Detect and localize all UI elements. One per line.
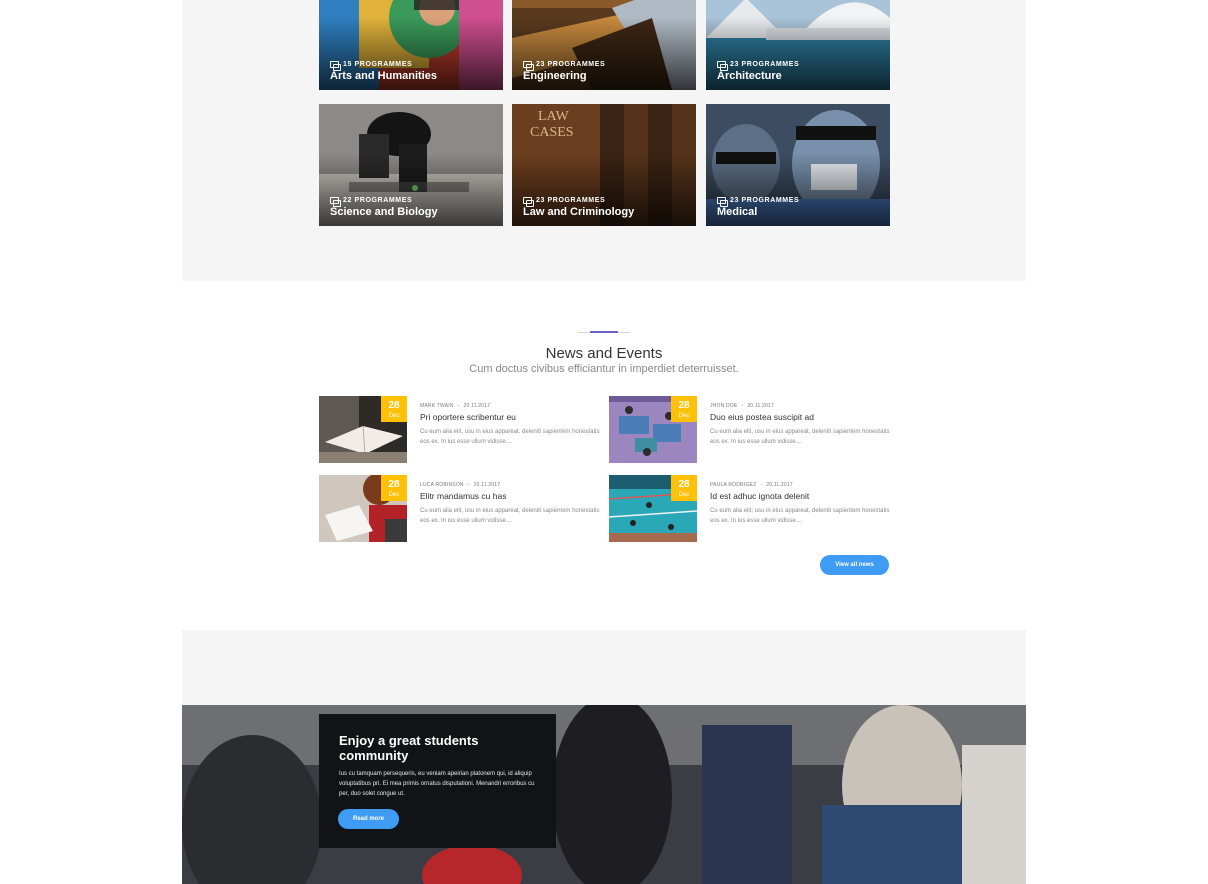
programme-name: Law and Criminology bbox=[523, 206, 635, 218]
students-group-photo bbox=[182, 705, 1026, 884]
date-month: Dec bbox=[388, 413, 400, 419]
programme-count: 23 PROGRAMMES bbox=[730, 61, 800, 68]
news-date: 20.11.2017 bbox=[473, 482, 501, 488]
programmes-icon bbox=[717, 61, 728, 71]
news-text: MARK TWAIN -20.11.2017 Pri oportere scrib… bbox=[420, 403, 600, 447]
date-badge: 28 Dec bbox=[381, 396, 407, 422]
card-meta: 22 PROGRAMMES Science and Biology bbox=[330, 197, 438, 218]
card-meta: 23 PROGRAMMES Medical bbox=[717, 197, 799, 218]
news-date: 20.11.2017 bbox=[463, 403, 491, 409]
programme-count: 23 PROGRAMMES bbox=[536, 197, 606, 204]
programme-name: Science and Biology bbox=[330, 206, 438, 218]
news-excerpt: Cu eum alia elit, usu in eius appareat, … bbox=[420, 429, 600, 445]
news-title-link[interactable]: Pri oportere scribentur eu bbox=[420, 412, 600, 422]
svg-text:LAW: LAW bbox=[538, 109, 570, 124]
news-excerpt: Cu eum alia elit, usu in eius appareat, … bbox=[420, 508, 600, 524]
programmes-icon bbox=[330, 197, 341, 207]
programme-card-science[interactable]: 22 PROGRAMMES Science and Biology bbox=[319, 104, 503, 226]
news-text: LUCA ROBINSON -20.11.2017 Elitr mandamus … bbox=[420, 482, 600, 526]
card-meta: 23 PROGRAMMES Architecture bbox=[717, 61, 799, 82]
programmes-icon bbox=[717, 197, 728, 207]
programme-count: 23 PROGRAMMES bbox=[730, 197, 800, 204]
card-meta: 23 PROGRAMMES Engineering bbox=[523, 61, 605, 82]
programme-name: Architecture bbox=[717, 70, 782, 82]
news-title-link[interactable]: Duo eius postea suscipit ad bbox=[710, 412, 890, 422]
programme-name: Arts and Humanities bbox=[330, 70, 437, 82]
date-month: Dec bbox=[678, 492, 690, 498]
programme-name: Engineering bbox=[523, 70, 587, 82]
programmes-icon bbox=[523, 61, 534, 71]
section-divider bbox=[578, 331, 630, 333]
news-title-link[interactable]: Id est adhuc ignota delenit bbox=[710, 491, 890, 501]
programme-card-medical[interactable]: 23 PROGRAMMES Medical bbox=[706, 104, 890, 226]
news-excerpt: Cu eum alia elit, usu in eius appareat, … bbox=[710, 508, 890, 524]
community-band bbox=[182, 630, 1026, 706]
news-date: 20.11.2017 bbox=[747, 403, 774, 409]
read-more-button[interactable]: Read more bbox=[338, 809, 399, 829]
programme-count: 22 PROGRAMMES bbox=[343, 197, 413, 204]
date-day: 28 bbox=[678, 400, 690, 411]
news-date: 20.11.2017 bbox=[766, 482, 793, 488]
svg-text:CASES: CASES bbox=[530, 125, 574, 140]
date-badge: 28 Dec bbox=[381, 475, 407, 501]
news-thumbnail[interactable]: 28 Dec bbox=[319, 396, 407, 463]
news-author: MARK TWAIN bbox=[420, 403, 454, 409]
news-byline: PAULA RODRIGEZ -20.11.2017 bbox=[710, 482, 793, 488]
news-title: News and Events bbox=[545, 345, 663, 362]
card-meta: 15 PROGRAMMES Arts and Humanities bbox=[330, 61, 437, 82]
news-byline: LUCA ROBINSON -20.11.2017 bbox=[420, 482, 501, 488]
programmes-icon bbox=[330, 61, 341, 71]
view-all-news-button[interactable]: View all news bbox=[820, 555, 889, 575]
news-byline: MARK TWAIN -20.11.2017 bbox=[420, 403, 491, 409]
news-subtitle: Cum doctus civibus efficiantur in imperd… bbox=[469, 363, 739, 375]
community-title: Enjoy a great students community bbox=[339, 733, 479, 763]
programmes-icon bbox=[523, 197, 534, 207]
news-text: PAULA RODRIGEZ -20.11.2017 Id est adhuc i… bbox=[710, 482, 890, 526]
programme-count: 23 PROGRAMMES bbox=[536, 61, 606, 68]
news-thumbnail[interactable]: 28 Dec bbox=[319, 475, 407, 542]
news-item[interactable]: 28 Dec PAULA RODRIGEZ -20.11.2017 Id est … bbox=[609, 475, 889, 542]
programme-card-arts[interactable]: 15 PROGRAMMES Arts and Humanities bbox=[319, 0, 503, 90]
news-item[interactable]: 28 Dec LUCA ROBINSON -20.11.2017 Elitr ma… bbox=[319, 475, 599, 542]
news-thumbnail[interactable]: 28 Dec bbox=[609, 475, 697, 542]
date-day: 28 bbox=[388, 400, 400, 411]
news-title-link[interactable]: Elitr mandamus cu has bbox=[420, 491, 600, 501]
news-byline: JHON DOE -20.11.2017 bbox=[710, 403, 774, 409]
news-text: JHON DOE -20.11.2017 Duo eius postea susc… bbox=[710, 403, 890, 447]
date-day: 28 bbox=[388, 479, 400, 490]
page: 15 PROGRAMMES Arts and Humanities 23 PRO… bbox=[0, 0, 1208, 884]
community-photo bbox=[182, 705, 1026, 884]
news-item[interactable]: 28 Dec MARK TWAIN -20.11.2017 Pri oporter… bbox=[319, 396, 599, 463]
date-day: 28 bbox=[678, 479, 690, 490]
news-thumbnail[interactable]: 28 Dec bbox=[609, 396, 697, 463]
news-excerpt: Cu eum alia elit, usu in eius appareat, … bbox=[710, 429, 890, 445]
community-text: Ius cu tamquam persequeris, eu veniam ap… bbox=[339, 771, 535, 797]
programme-card-law[interactable]: LAW CASES 23 PROGRAMMES Law and Criminol… bbox=[512, 104, 696, 226]
news-item[interactable]: 28 Dec JHON DOE -20.11.2017 Duo eius post… bbox=[609, 396, 889, 463]
programme-card-architecture[interactable]: 23 PROGRAMMES Architecture bbox=[706, 0, 890, 90]
programme-name: Medical bbox=[717, 206, 758, 218]
date-badge: 28 Dec bbox=[671, 475, 697, 501]
news-author: JHON DOE bbox=[710, 403, 738, 409]
date-month: Dec bbox=[388, 492, 400, 498]
programme-card-engineering[interactable]: 23 PROGRAMMES Engineering bbox=[512, 0, 696, 90]
date-badge: 28 Dec bbox=[671, 396, 697, 422]
news-author: PAULA RODRIGEZ bbox=[710, 482, 757, 488]
date-month: Dec bbox=[678, 413, 690, 419]
programme-count: 15 PROGRAMMES bbox=[343, 61, 413, 68]
news-author: LUCA ROBINSON bbox=[420, 482, 464, 488]
card-meta: 23 PROGRAMMES Law and Criminology bbox=[523, 197, 634, 218]
